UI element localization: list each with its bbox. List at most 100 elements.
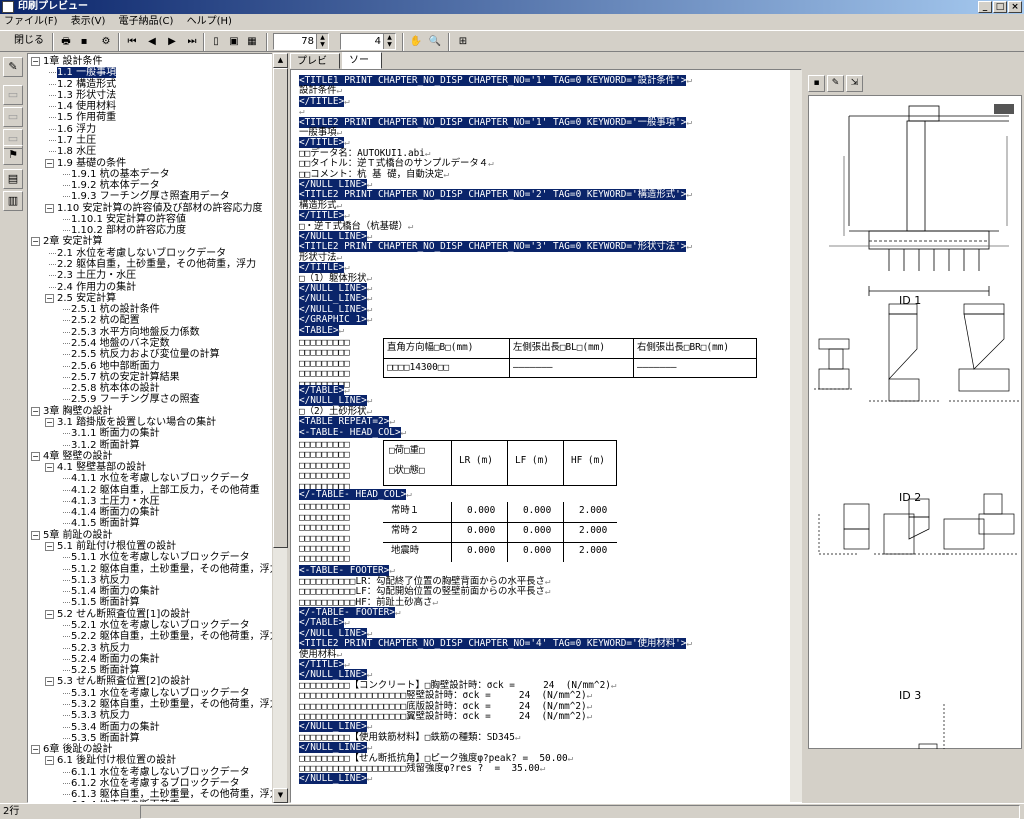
tree-item[interactable]: 5.2.3 杭反力 [71,643,130,654]
tree-item[interactable]: 4.1.2 躯体自重，上部工反力，その他荷重 [71,485,260,496]
page-spin-arrows[interactable]: ▲ ▼ [316,34,328,49]
menu-help[interactable]: ヘルプ(H) [187,16,232,27]
tree-scrollbar[interactable]: ▲ ▼ [272,53,288,803]
tree-expander[interactable]: − [45,609,54,619]
tree-expander[interactable]: − [31,530,40,540]
preview-export-icon[interactable]: ⇲ [846,75,863,92]
last-page-icon[interactable]: ⏭ [184,33,200,51]
tree-item[interactable]: 2.5.1 杭の設計条件 [71,304,160,315]
tree-item[interactable]: 1.10 安定計算の許容値及び部材の許容応力度 [57,203,262,214]
tree-item[interactable]: 4章 竪壁の設計 [43,451,113,462]
tree-item[interactable]: 5.1 前趾付け根位置の設計 [57,541,176,552]
tree-expander[interactable]: − [45,158,54,168]
title-bar[interactable]: 印刷プレビュー _ □ × [0,0,1024,14]
scroll-down-button[interactable]: ▼ [273,788,288,803]
tree-item[interactable]: 5.3.3 杭反力 [71,710,130,721]
tree-item[interactable]: 1.2 構造形式 [57,79,116,90]
next-page-icon[interactable]: ▶ [164,33,180,51]
tree-item[interactable]: 4.1.3 土圧力・水圧 [71,496,160,507]
first-page-icon[interactable]: ⏮ [124,33,140,51]
tree-expander[interactable]: − [45,463,54,473]
tree-item[interactable]: 2章 安定計算 [43,236,103,247]
tree-item[interactable]: 1.9.1 杭の基本データ [71,169,170,180]
tree-item[interactable]: 1.7 土圧 [57,135,96,146]
save-icon[interactable]: ▪ [76,33,92,51]
preview-edit-icon[interactable]: ✎ [827,75,844,92]
tree-item[interactable]: 2.5.6 地中部断面力 [71,361,160,372]
tree-item[interactable]: 3.1.1 断面力の集計 [71,428,160,439]
tree-item[interactable]: 1.5 作用荷重 [57,112,116,123]
tree-item[interactable]: 2.5.4 地盤のバネ定数 [71,338,170,349]
page-number-input[interactable]: 78 ▲ ▼ [273,33,329,50]
tab-preview[interactable]: プレビュー [290,53,340,82]
tree-item[interactable]: 4.1.1 水位を考慮しないブロックデータ [71,473,250,484]
tree-item[interactable]: 6.1.1 水位を考慮しないブロックデータ [71,767,250,778]
tree-expander[interactable]: − [31,237,40,247]
tree-item[interactable]: 2.5.5 杭反力および変位量の計算 [71,349,220,360]
tree-item[interactable]: 5.3.2 躯体自重，土砂重量，その他荷重，浮力 [71,699,280,710]
tree-item[interactable]: 1.9 基礎の条件 [57,158,126,169]
tree-item[interactable]: 1.9.2 杭本体データ [71,180,160,191]
tree-item[interactable]: 5.3 せん断照査位置[2]の設計 [57,676,190,687]
tree-item[interactable]: 1.9.3 フーチング厚さ照査用データ [71,191,230,202]
zoom-spin-arrows[interactable]: ▲ ▼ [383,34,395,49]
tree-item[interactable]: 2.5.2 杭の配置 [71,315,140,326]
tree-item[interactable]: 5.2.4 断面力の集計 [71,654,160,665]
menu-e-delivery[interactable]: 電子納品(C) [119,16,174,27]
tree-item[interactable]: 4.1.5 断面計算 [71,518,140,529]
tree-item[interactable]: 3.1.2 断面計算 [71,440,140,451]
tree-expander[interactable]: − [45,756,54,766]
tool-icon-5[interactable]: ⚑ [3,145,23,165]
edit-pencil-icon[interactable]: ✎ [3,57,23,77]
tree-item[interactable]: 5.1.1 水位を考慮しないブロックデータ [71,552,250,563]
tree-item[interactable]: 1.10.1 安定計算の許容値 [71,214,186,225]
tree-item[interactable]: 1.6 浮力 [57,124,96,135]
tool-icon-7[interactable]: ▥ [3,191,23,211]
tree-item[interactable]: 4.1.4 断面力の集計 [71,507,160,518]
source-scrollbar[interactable] [790,70,802,802]
tree-expander[interactable]: − [45,677,54,687]
multi-page-icon[interactable]: ▦ [244,33,260,51]
tree-expander[interactable]: − [45,293,54,303]
tree-item[interactable]: 1.10.2 部材の許容応力度 [71,225,186,236]
tab-source[interactable]: ソース [342,52,382,81]
tree-item[interactable]: 2.2 躯体自重，土砂重量，その他荷重，浮力 [57,259,256,270]
tree-item[interactable]: 5.3.4 断面力の集計 [71,722,160,733]
tree-item[interactable]: 6.1.3 躯体自重，土砂重量，その他荷重，浮力 [71,789,280,800]
tree-item[interactable]: 5.2 せん断照査位置[1]の設計 [57,609,190,620]
close-window-button[interactable]: × [1008,1,1022,13]
tree-item[interactable]: 2.1 水位を考慮しないブロックデータ [57,248,226,259]
tree-item[interactable]: 6章 後趾の設計 [43,744,113,755]
tree-item[interactable]: 2.3 土圧力・水圧 [57,270,136,281]
tree-item[interactable]: 5.2.5 断面計算 [71,665,140,676]
tree-item[interactable]: 1章 設計条件 [43,56,103,67]
close-preview-button[interactable]: 閉じる [8,33,50,51]
tree-item[interactable]: 2.4 作用力の集計 [57,282,136,293]
tree-item[interactable]: 1.3 形状寸法 [57,90,116,101]
tree-expander[interactable]: − [45,203,54,213]
minimize-button[interactable]: _ [978,1,992,13]
zoom-input[interactable]: 4 ▲ ▼ [340,33,396,50]
menu-file[interactable]: ファイル(F) [4,16,58,27]
zoom-icon[interactable]: 🔍 [427,33,443,51]
tree-item[interactable]: 2.5.9 フーチング厚さの照査 [71,394,200,405]
tree-item[interactable]: 5.3.5 断面計算 [71,733,140,744]
two-page-icon[interactable]: ▣ [226,33,242,51]
tree-expander[interactable]: − [31,745,40,755]
tree-item[interactable]: 1.1 一般事項 [57,67,117,79]
tree-item[interactable]: 5.3.1 水位を考慮しないブロックデータ [71,688,250,699]
tree-expander[interactable]: − [45,417,54,427]
tree-item[interactable]: 2.5 安定計算 [57,293,116,304]
tree-item[interactable]: 5.1.3 杭反力 [71,575,130,586]
preview-save-icon[interactable]: ▪ [808,75,825,92]
tree-expander[interactable]: − [31,57,40,66]
tree-item[interactable]: 5.1.5 断面計算 [71,597,140,608]
printer-setup-icon[interactable]: ⚙ [98,33,114,51]
maximize-button[interactable]: □ [993,1,1007,13]
tool-icon-6[interactable]: ▤ [3,169,23,189]
tree-item[interactable]: 5.2.1 水位を考慮しないブロックデータ [71,620,250,631]
menu-view[interactable]: 表示(V) [71,16,106,27]
print-icon[interactable]: 🖶 [58,33,74,51]
tree-item[interactable]: 6.1 後趾付け根位置の設計 [57,755,176,766]
scroll-up-button[interactable]: ▲ [273,53,288,68]
